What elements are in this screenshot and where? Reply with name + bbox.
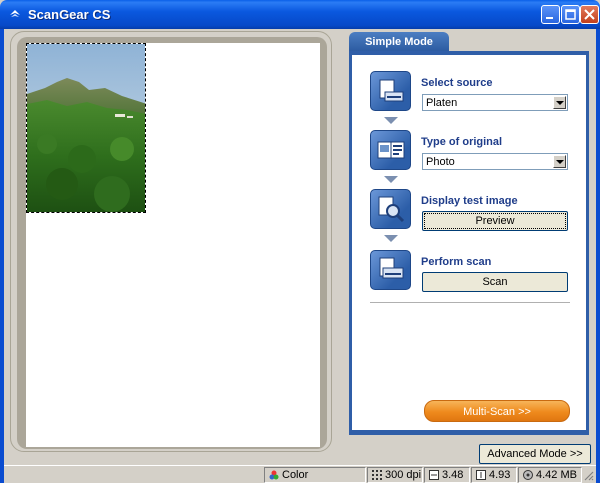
multi-scan-button-label: Multi-Scan >> [463,406,531,418]
close-button[interactable] [580,5,599,24]
width-cell: 3.48 [424,467,470,483]
scan-output-icon [370,250,411,290]
height-value: 4.93 [489,469,511,481]
title-bar: ScanGear CS [0,0,600,29]
type-of-original-label: Type of original [421,136,503,148]
disk-icon [523,470,533,481]
simple-mode-panel: Select source Platen Type of original Ph… [349,51,589,435]
tab-simple-mode[interactable]: Simple Mode [349,32,449,52]
preview-button-label: Preview [475,215,515,227]
window-frame-right [596,29,600,483]
scan-button[interactable]: Scan [422,272,568,292]
preview-button[interactable]: Preview [422,211,568,231]
original-type-select-value: Photo [426,156,455,168]
multi-scan-button[interactable]: Multi-Scan >> [424,400,570,422]
file-size-value: 4.42 MB [536,469,577,481]
perform-scan-label: Perform scan [421,256,492,268]
height-icon [476,470,486,481]
scanner-app-icon [10,10,20,17]
resolution-value: 300 dpi [385,469,422,481]
window-frame-left [0,29,4,483]
step-arrow-icon [384,176,398,183]
color-mode-value: Color [282,469,309,481]
photo-document-icon [370,130,411,170]
minimize-button[interactable] [541,5,560,24]
resolution-icon [372,470,382,481]
close-icon [584,9,595,20]
maximize-icon [565,9,576,20]
file-size-cell: 4.42 MB [518,467,582,483]
status-bar: Color 300 dpi 3.48 4.93 4.42 MB [4,465,596,483]
color-mode-cell: Color [264,467,366,483]
select-source-label: Select source [421,77,493,89]
dropdown-arrow-icon[interactable] [553,155,566,168]
source-select-value: Platen [426,97,458,109]
landscape-photo [27,44,145,212]
source-select[interactable]: Platen [422,94,568,111]
maximize-button[interactable] [561,5,580,24]
width-icon [429,470,439,481]
step-arrow-icon [384,117,398,124]
resize-grip-icon[interactable] [582,469,594,481]
display-test-image-label: Display test image [421,195,518,207]
minimize-icon [546,17,553,19]
resolution-cell: 300 dpi [367,467,423,483]
dropdown-arrow-icon[interactable] [553,96,566,109]
color-mode-icon [269,470,279,480]
width-value: 3.48 [442,469,464,481]
step-arrow-icon [384,235,398,242]
preview-image-selection[interactable] [26,43,146,213]
divider [370,302,570,304]
advanced-mode-button-label: Advanced Mode >> [487,448,583,460]
scan-button-label: Scan [482,276,508,288]
scanner-platen-icon [370,71,411,111]
preview-area[interactable] [26,43,320,447]
height-cell: 4.93 [471,467,517,483]
magnifier-preview-icon [370,189,411,229]
window-title: ScanGear CS [28,7,111,22]
original-type-select[interactable]: Photo [422,153,568,170]
advanced-mode-button[interactable]: Advanced Mode >> [479,444,591,464]
